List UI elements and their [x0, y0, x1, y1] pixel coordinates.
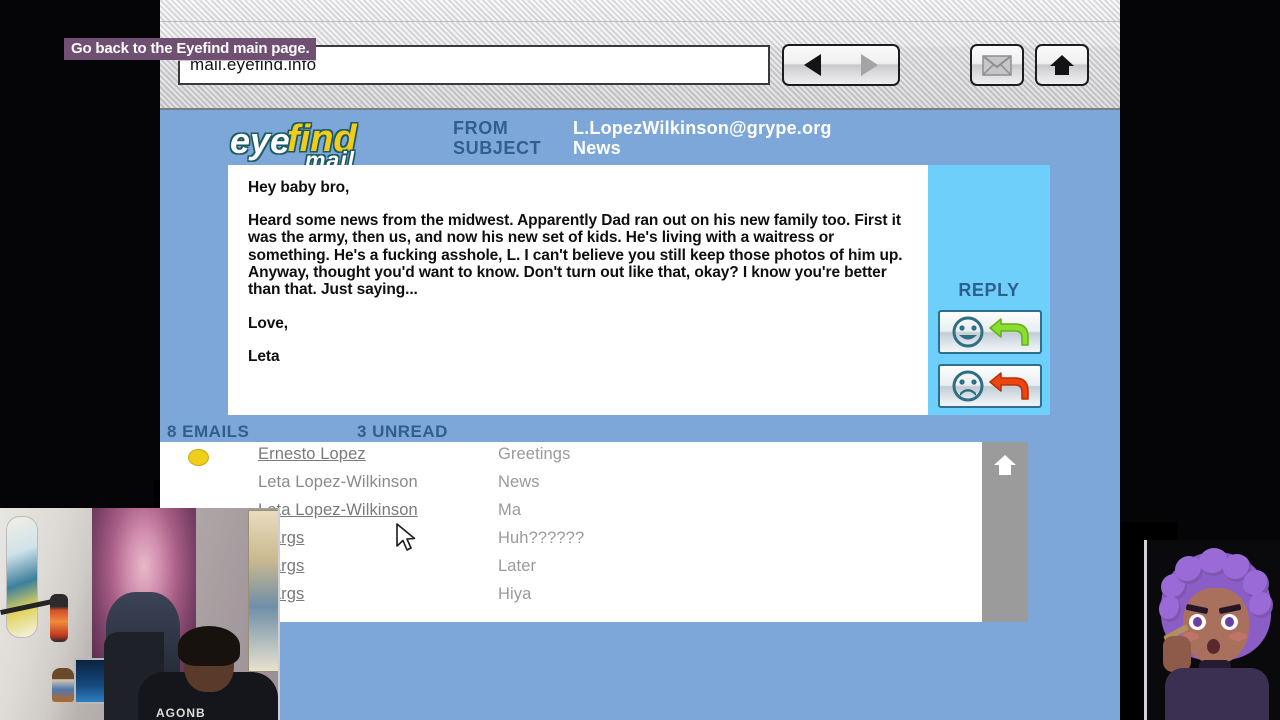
reply-arrow-red-icon	[989, 372, 1029, 400]
streamer: AGONB	[138, 620, 278, 720]
reply-panel: REPLY	[928, 165, 1050, 415]
email-list[interactable]: Ernesto Lopez Greetings Leta Lopez-Wilkins…	[160, 442, 982, 622]
email-list-row[interactable]: Margs Later	[160, 554, 982, 582]
message-header-values: L.LopezWilkinson@grype.org News	[573, 119, 832, 159]
email-list-row[interactable]: Leta Lopez-Wilkinson Ma	[160, 498, 982, 526]
wall-skateboard	[6, 516, 38, 638]
browser-window: mail.eyefind.info Go back to the Eyefind…	[64, 0, 1120, 720]
mail-button[interactable]	[970, 44, 1024, 86]
message-body: Hey baby bro, Heard some news from the m…	[228, 165, 928, 415]
eyefind-mail-page: eye find mail FROM SUBJECT L.LopezWilkin…	[160, 110, 1120, 720]
avatar-mouth	[1207, 639, 1220, 654]
streamer-webcam: AGONB	[0, 508, 280, 720]
email-list-row[interactable]: Leta Lopez-Wilkinson News	[160, 470, 982, 498]
envelope-icon	[982, 54, 1012, 76]
reply-arrow-green-icon	[989, 318, 1029, 346]
email-subject: News	[498, 473, 540, 491]
avatar-body	[1165, 668, 1269, 720]
message-signature: Leta	[248, 348, 280, 366]
message-signoff: Love,	[248, 315, 288, 333]
from-label: FROM	[453, 118, 509, 138]
email-sender[interactable]: Ernesto Lopez	[258, 445, 366, 464]
email-subject: Ma	[498, 501, 522, 519]
subject-label: SUBJECT	[453, 138, 542, 158]
subject-value: News	[573, 138, 621, 158]
email-subject: Later	[498, 557, 537, 575]
email-count: 8 EMAILS	[167, 422, 250, 441]
avatar-webcam	[1144, 540, 1280, 720]
email-list-row[interactable]: Ernesto Lopez Greetings	[160, 442, 982, 470]
email-list-row[interactable]: Margs Hiya	[160, 582, 982, 610]
back-arrow-icon[interactable]	[804, 54, 821, 76]
microphone	[50, 594, 68, 642]
message-header-labels: FROM SUBJECT	[453, 119, 541, 159]
home-icon	[1050, 55, 1074, 75]
email-list-scrollbar[interactable]	[982, 442, 1028, 622]
browser-chrome: mail.eyefind.info Go back to the Eyefind…	[64, 0, 1120, 110]
inbox-status-bar: 8 EMAILS 3 UNREAD	[160, 420, 1120, 444]
avatar-blush-right	[1229, 632, 1247, 641]
email-list-row[interactable]: Margs Huh??????	[160, 526, 982, 554]
reply-happy-button[interactable]	[938, 310, 1042, 354]
reply-label: REPLY	[958, 280, 1020, 300]
reply-sad-button[interactable]	[938, 364, 1042, 408]
tooltip: Go back to the Eyefind main page.	[64, 38, 317, 60]
mouse-cursor	[396, 523, 416, 551]
email-subject: Hiya	[498, 585, 532, 603]
streamer-hair	[178, 626, 240, 666]
sad-face-icon	[952, 370, 984, 402]
unread-count: 3 UNREAD	[357, 422, 448, 441]
email-sender[interactable]: Leta Lopez-Wilkinson	[258, 473, 418, 492]
browser-titlebar	[160, 0, 1120, 22]
forward-arrow-icon[interactable]	[861, 54, 878, 76]
shirt-text: AGONB	[156, 706, 206, 720]
home-button[interactable]	[1035, 44, 1089, 86]
email-sender[interactable]: Leta Lopez-Wilkinson	[258, 501, 418, 520]
desk-figure	[52, 668, 74, 702]
scroll-up-icon[interactable]	[993, 454, 1017, 476]
happy-face-icon	[952, 316, 984, 348]
navigation-buttons[interactable]	[782, 44, 900, 86]
email-subject: Huh??????	[498, 529, 585, 547]
screen: mail.eyefind.info Go back to the Eyefind…	[0, 0, 1280, 720]
avatar-eye-left	[1189, 614, 1206, 630]
unread-dot-icon	[188, 449, 209, 466]
avatar-eye-right	[1221, 614, 1238, 630]
logo-eye: eye	[230, 120, 291, 161]
from-value: L.LopezWilkinson@grype.org	[573, 118, 832, 138]
email-subject: Greetings	[498, 445, 571, 463]
message-greeting: Hey baby bro,	[248, 179, 350, 196]
avatar-hand	[1163, 636, 1191, 672]
message-text: Heard some news from the midwest. Appare…	[248, 212, 903, 299]
